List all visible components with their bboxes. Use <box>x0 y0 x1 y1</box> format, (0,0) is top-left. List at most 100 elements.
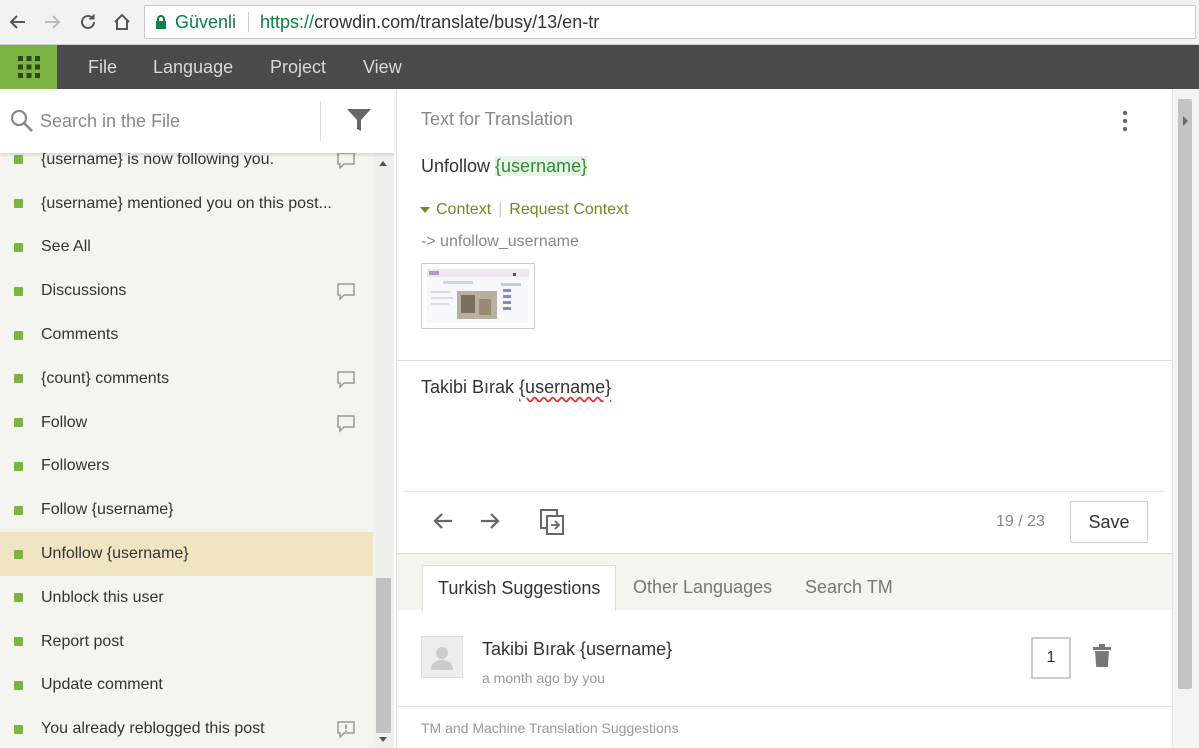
tab-turkish-suggestions[interactable]: Turkish Suggestions <box>422 565 617 611</box>
string-key: -> unfollow_username <box>421 233 579 250</box>
request-context-link[interactable]: Request Context <box>509 201 628 219</box>
suggestion-text: Takibi Bırak {username} <box>482 639 673 659</box>
lock-icon <box>156 15 166 29</box>
scroll-down-icon[interactable] <box>378 736 388 744</box>
status-dot <box>14 593 23 603</box>
string-list: {username} is now following you. {userna… <box>0 138 373 748</box>
status-dot <box>14 505 23 515</box>
grid-icon <box>17 56 40 78</box>
list-item-active[interactable]: Unfollow {username} <box>0 532 373 576</box>
string-counter: 19 / 23 <box>996 513 1045 530</box>
list-item[interactable]: Followers <box>0 445 373 489</box>
list-item[interactable]: Follow {username} <box>0 488 373 532</box>
more-vertical-icon[interactable] <box>1121 109 1129 133</box>
status-dot <box>14 199 23 209</box>
list-item[interactable]: {count} comments <box>0 357 373 401</box>
status-dot <box>14 374 23 384</box>
secure-indicator[interactable]: Güvenli <box>145 12 236 33</box>
menu-file[interactable]: File <box>88 45 117 89</box>
vote-count[interactable]: 1 <box>1031 637 1071 679</box>
status-dot <box>14 637 23 647</box>
source-string: Unfollow {username} <box>421 156 588 177</box>
string-text: {count} comments <box>41 369 170 387</box>
issue-comment-icon <box>337 721 355 740</box>
right-scroll-thumb[interactable] <box>1178 99 1192 689</box>
strings-panel: {username} is now following you. {userna… <box>0 89 394 748</box>
source-text: Unfollow <box>421 156 496 176</box>
url-path: crowdin.com/translate/busy/13/en-tr <box>314 11 600 32</box>
avatar <box>421 636 463 678</box>
menu-language[interactable]: Language <box>153 45 233 89</box>
tab-search-tm[interactable]: Search TM <box>790 565 908 611</box>
back-arrow-icon <box>9 15 25 29</box>
context-label: Context <box>436 201 492 218</box>
string-text: See All <box>41 238 91 256</box>
screenshot-thumbnail[interactable] <box>421 263 535 329</box>
list-item[interactable]: See All <box>0 226 373 270</box>
search-input[interactable] <box>40 107 310 135</box>
translation-input[interactable]: Takibi Bırak {username} <box>421 377 611 398</box>
secure-label: Güvenli <box>175 11 237 32</box>
strings-scrollbar[interactable] <box>373 153 394 748</box>
string-text: Discussions <box>41 282 127 300</box>
address-bar[interactable]: Güvenli https://crowdin.com/translate/bu… <box>144 5 1196 39</box>
suggestion-row[interactable]: Takibi Bırak {username} a month ago by y… <box>397 610 1173 707</box>
toolbar-divider <box>403 491 1165 492</box>
list-item[interactable]: Report post <box>0 620 373 664</box>
apps-grid-button[interactable] <box>0 45 57 89</box>
search-icon <box>10 109 33 132</box>
copy-source-icon[interactable] <box>539 508 565 536</box>
reload-button[interactable] <box>76 10 100 34</box>
status-dot <box>14 155 23 165</box>
comment-icon <box>337 414 355 433</box>
screenshot-preview-icon <box>427 269 529 323</box>
forward-button[interactable] <box>40 10 64 34</box>
forward-arrow-icon <box>45 15 61 29</box>
url-protocol: https:// <box>260 11 315 32</box>
caret-down-icon <box>420 207 430 213</box>
list-item[interactable]: Discussions <box>0 269 373 313</box>
menu-view[interactable]: View <box>363 45 402 89</box>
comment-icon <box>337 371 355 389</box>
list-item[interactable]: You already reblogged this post <box>0 707 373 748</box>
search-bar <box>0 89 394 153</box>
browser-toolbar: Güvenli https://crowdin.com/translate/bu… <box>0 0 1199 45</box>
tab-other-languages[interactable]: Other Languages <box>618 565 787 611</box>
comment-icon <box>337 283 355 302</box>
menu-project[interactable]: Project <box>270 45 326 89</box>
home-button[interactable] <box>110 10 134 34</box>
list-item[interactable]: Follow <box>0 401 373 445</box>
string-text: Report post <box>41 632 124 650</box>
status-dot <box>14 418 23 428</box>
list-item[interactable]: Update comment <box>0 664 373 708</box>
string-text: {username} is now following you. <box>41 150 275 168</box>
save-button[interactable]: Save <box>1070 501 1148 543</box>
scroll-thumb[interactable] <box>376 578 391 733</box>
list-item[interactable]: Unblock this user <box>0 576 373 620</box>
back-button[interactable] <box>6 10 30 34</box>
context-row: Context | Request Context <box>419 201 628 219</box>
status-dot <box>14 724 23 734</box>
string-text: Follow {username} <box>41 501 174 519</box>
list-item[interactable]: {username} mentioned you on this post... <box>0 182 373 226</box>
string-text: Unfollow {username} <box>41 545 189 563</box>
next-arrow-icon[interactable] <box>478 509 502 533</box>
filter-icon[interactable] <box>346 107 372 133</box>
user-avatar-icon <box>431 647 453 670</box>
list-item[interactable]: Comments <box>0 313 373 357</box>
trash-icon[interactable] <box>1093 644 1111 668</box>
address-divider <box>248 12 250 32</box>
string-text: Follow <box>41 413 88 431</box>
string-text: Comments <box>41 326 119 344</box>
status-dot <box>14 680 23 690</box>
scroll-up-icon[interactable] <box>378 159 388 167</box>
string-text: {username} mentioned you on this post... <box>41 194 332 212</box>
context-toggle[interactable]: Context <box>419 201 491 219</box>
previous-arrow-icon[interactable] <box>431 509 455 533</box>
app-menubar: File Language Project View <box>0 45 1199 89</box>
right-panel-scrollbar[interactable] <box>1172 89 1199 748</box>
chevron-right-icon[interactable] <box>1182 115 1189 127</box>
home-icon <box>114 13 130 30</box>
reload-icon <box>81 14 95 29</box>
string-text: Unblock this user <box>41 588 164 606</box>
